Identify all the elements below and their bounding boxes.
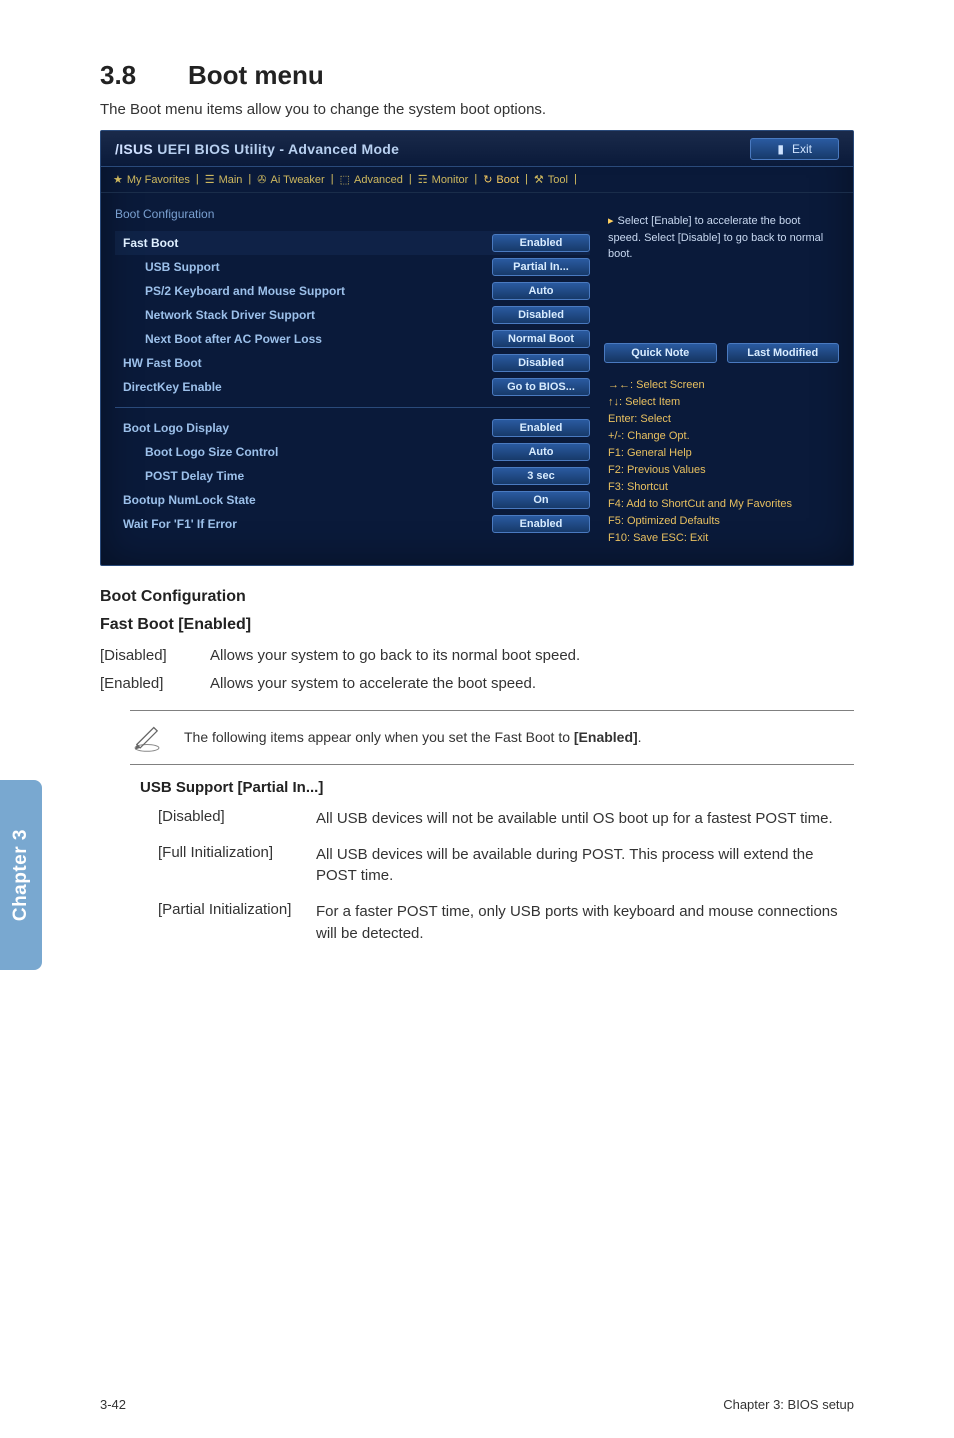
row-value[interactable]: Auto [492, 443, 590, 461]
page-footer: 3-42 Chapter 3: BIOS setup [0, 1397, 954, 1412]
usb-def-val-partial: For a faster POST time, only USB ports w… [316, 901, 854, 945]
bios-key-legend: →←: Select Screen ↑↓: Select Item Enter:… [604, 373, 839, 551]
row-directkey[interactable]: DirectKey Enable Go to BIOS... [115, 375, 590, 399]
divider [115, 407, 590, 408]
row-value[interactable]: On [492, 491, 590, 509]
pencil-icon [130, 719, 164, 756]
row-network-stack[interactable]: Network Stack Driver Support Disabled [115, 303, 590, 327]
key-hint: ↑↓: Select Item [608, 394, 835, 411]
key-hint: →←: Select Screen [608, 377, 835, 394]
row-label: PS/2 Keyboard and Mouse Support [137, 284, 345, 298]
section-title-text: Boot menu [188, 60, 324, 90]
bios-tab-bar: My Favorites | Main | Ai Tweaker | Advan… [101, 167, 853, 193]
row-ps2[interactable]: PS/2 Keyboard and Mouse Support Auto [115, 279, 590, 303]
tab-tool[interactable]: Tool [534, 173, 568, 186]
row-value[interactable]: Enabled [492, 419, 590, 437]
chapter-side-tab: Chapter 3 [0, 780, 42, 970]
row-boot-logo[interactable]: Boot Logo Display Enabled [115, 416, 590, 440]
tab-monitor[interactable]: Monitor [418, 173, 469, 186]
row-value[interactable]: Normal Boot [492, 330, 590, 348]
bios-section-label: Boot Configuration [115, 207, 590, 221]
usb-def-val-full: All USB devices will be available during… [316, 844, 854, 888]
key-hint: F5: Optimized Defaults [608, 513, 835, 530]
row-post-delay[interactable]: POST Delay Time 3 sec [115, 464, 590, 488]
key-hint: F4: Add to ShortCut and My Favorites [608, 496, 835, 513]
note-callout: The following items appear only when you… [130, 710, 854, 765]
note-text: The following items appear only when you… [184, 729, 642, 745]
row-value[interactable]: Disabled [492, 306, 590, 324]
key-hint: F3: Shortcut [608, 479, 835, 496]
subsection-fast-boot: Fast Boot [Enabled] [100, 616, 854, 634]
key-hint: Enter: Select [608, 411, 835, 428]
def-key-enabled: [Enabled] [100, 672, 210, 696]
tab-ai-tweaker[interactable]: Ai Tweaker [257, 173, 324, 186]
key-hint: F1: General Help [608, 445, 835, 462]
chapter-label: Chapter 3: BIOS setup [723, 1397, 854, 1412]
quick-note-button[interactable]: Quick Note [604, 343, 717, 363]
usb-def-key-partial: [Partial Initialization] [158, 901, 306, 945]
row-label: Boot Logo Display [115, 421, 229, 435]
usb-def-key-disabled: [Disabled] [158, 808, 306, 830]
row-fast-boot[interactable]: Fast Boot Enabled [115, 231, 590, 255]
bios-titlebar: /ISUS UEFI BIOS Utility - Advanced Mode … [101, 131, 853, 167]
section-number: 3.8 [100, 60, 188, 91]
bios-help-text: ▸Select [Enable] to accelerate the boot … [604, 207, 839, 283]
exit-button[interactable]: ▮ Exit [750, 138, 839, 160]
subsection-boot-config: Boot Configuration [100, 588, 854, 606]
row-label: Bootup NumLock State [115, 493, 256, 507]
row-label: POST Delay Time [137, 469, 244, 483]
key-hint: F2: Previous Values [608, 462, 835, 479]
exit-label: Exit [792, 142, 812, 156]
row-value[interactable]: Go to BIOS... [492, 378, 590, 396]
help-text: Select [Enable] to accelerate the boot s… [608, 215, 823, 260]
bios-title: /ISUS UEFI BIOS Utility - Advanced Mode [115, 141, 399, 157]
row-label: USB Support [137, 260, 220, 274]
def-key-disabled: [Disabled] [100, 644, 210, 668]
row-boot-logo-size[interactable]: Boot Logo Size Control Auto [115, 440, 590, 464]
row-next-boot[interactable]: Next Boot after AC Power Loss Normal Boo… [115, 327, 590, 351]
row-label: Fast Boot [115, 236, 178, 250]
section-heading: 3.8Boot menu [100, 60, 854, 91]
row-label: Boot Logo Size Control [137, 445, 278, 459]
bios-screenshot: /ISUS UEFI BIOS Utility - Advanced Mode … [100, 130, 854, 566]
row-label: Wait For 'F1' If Error [115, 517, 237, 531]
row-label: DirectKey Enable [115, 380, 222, 394]
tab-main[interactable]: Main [205, 173, 243, 186]
def-val-enabled: Allows your system to accelerate the boo… [210, 672, 536, 696]
def-val-disabled: Allows your system to go back to its nor… [210, 644, 580, 668]
tab-advanced[interactable]: Advanced [340, 173, 403, 186]
row-value[interactable]: Enabled [492, 234, 590, 252]
row-numlock[interactable]: Bootup NumLock State On [115, 488, 590, 512]
row-hw-fast-boot[interactable]: HW Fast Boot Disabled [115, 351, 590, 375]
row-value[interactable]: 3 sec [492, 467, 590, 485]
usb-def-key-full: [Full Initialization] [158, 844, 306, 888]
tab-favorites[interactable]: My Favorites [113, 173, 190, 186]
tab-boot[interactable]: Boot [483, 173, 519, 186]
row-label: HW Fast Boot [115, 356, 202, 370]
bios-brand: /ISUS [115, 141, 153, 157]
row-wait-f1[interactable]: Wait For 'F1' If Error Enabled [115, 512, 590, 536]
row-usb-support[interactable]: USB Support Partial In... [115, 255, 590, 279]
bullet-icon: ▸ [608, 215, 614, 227]
fast-boot-definitions: [Disabled] Allows your system to go back… [100, 644, 854, 696]
bios-settings-panel: Boot Configuration Fast Boot Enabled USB… [115, 207, 590, 551]
key-hint: +/-: Change Opt. [608, 428, 835, 445]
last-modified-button[interactable]: Last Modified [727, 343, 840, 363]
row-value[interactable]: Disabled [492, 354, 590, 372]
chapter-side-tab-text: Chapter 3 [10, 829, 32, 921]
usb-def-val-disabled: All USB devices will not be available un… [316, 808, 854, 830]
bios-help-panel: ▸Select [Enable] to accelerate the boot … [604, 207, 839, 551]
page-number: 3-42 [100, 1397, 126, 1412]
usb-support-definitions: [Disabled] All USB devices will not be a… [158, 808, 854, 945]
row-value[interactable]: Partial In... [492, 258, 590, 276]
section-description: The Boot menu items allow you to change … [100, 101, 854, 118]
row-value[interactable]: Enabled [492, 515, 590, 533]
row-value[interactable]: Auto [492, 282, 590, 300]
key-hint: F10: Save ESC: Exit [608, 530, 835, 547]
bios-title-text: UEFI BIOS Utility - Advanced Mode [157, 141, 399, 157]
row-label: Network Stack Driver Support [137, 308, 315, 322]
row-label: Next Boot after AC Power Loss [137, 332, 322, 346]
usb-support-heading: USB Support [Partial In...] [140, 779, 854, 796]
exit-icon: ▮ [777, 142, 784, 156]
